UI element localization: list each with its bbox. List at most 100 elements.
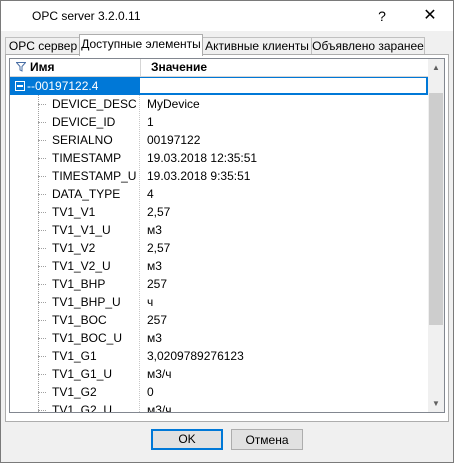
tree-branch-line <box>38 266 46 267</box>
table-row[interactable]: TV1_BHP 257 <box>10 275 428 293</box>
tree-branch-line <box>38 122 46 123</box>
tree-branch-line <box>38 194 46 195</box>
vertical-scrollbar[interactable]: ▲ ▼ <box>428 59 444 412</box>
tree-branch-line <box>38 374 46 375</box>
items-tree-grid[interactable]: Имя Значение --00197122.4 DEVICE_DESC MyD… <box>9 58 445 413</box>
tree-branch-line <box>38 176 46 177</box>
item-name: TV1_V2 <box>52 241 96 255</box>
grid-body: --00197122.4 DEVICE_DESC MyDevice DEVICE_I… <box>10 77 428 412</box>
tab-opc-server[interactable]: OPC сервер <box>5 37 81 55</box>
title-bar[interactable]: OPC server 3.2.0.11 ? ✕ <box>1 1 453 31</box>
tree-branch-line <box>38 230 46 231</box>
item-value: м3 <box>147 223 162 237</box>
chevron-down-icon[interactable]: ▼ <box>428 395 444 412</box>
item-name: DEVICE_ID <box>52 115 116 129</box>
table-row[interactable]: TV1_G2 0 <box>10 383 428 401</box>
root-value-cell[interactable] <box>140 78 426 93</box>
item-value: 1 <box>147 115 154 129</box>
collapse-icon[interactable] <box>15 81 25 91</box>
item-value: 0 <box>147 385 154 399</box>
chevron-up-icon[interactable]: ▲ <box>428 59 444 76</box>
tree-branch-line <box>38 302 46 303</box>
table-row[interactable]: TV1_G1 3,0209789276123 <box>10 347 428 365</box>
tree-branch-line <box>38 356 46 357</box>
tree-branch-line <box>38 320 46 321</box>
table-row[interactable]: DEVICE_ID 1 <box>10 113 428 131</box>
table-row[interactable]: TV1_G1_U м3/ч <box>10 365 428 383</box>
tab-active-clients[interactable]: Активные клиенты <box>201 37 313 55</box>
ok-button[interactable]: OK <box>151 429 223 450</box>
item-name: TV1_V2_U <box>52 259 111 273</box>
table-row[interactable]: TV1_V1 2,57 <box>10 203 428 221</box>
item-value: 4 <box>147 187 154 201</box>
tree-root-row[interactable]: --00197122.4 <box>10 77 428 95</box>
table-row[interactable]: TV1_BOC 257 <box>10 311 428 329</box>
tree-branch-line <box>38 248 46 249</box>
table-row[interactable]: TV1_BHP_U ч <box>10 293 428 311</box>
item-name: TV1_BOC <box>52 313 107 327</box>
item-value: м3/ч <box>147 403 172 412</box>
item-name: DEVICE_DESC <box>52 97 136 111</box>
filter-icon[interactable] <box>16 62 26 72</box>
item-name: TIMESTAMP <box>52 151 122 165</box>
item-value: м3 <box>147 331 162 345</box>
tab-available-items[interactable]: Доступные элементы <box>79 34 203 56</box>
item-name: DATA_TYPE <box>52 187 121 201</box>
tree-branch-line <box>38 338 46 339</box>
table-row[interactable]: TV1_V1_U м3 <box>10 221 428 239</box>
table-row[interactable]: TIMESTAMP_U... 19.03.2018 9:35:51 <box>10 167 428 185</box>
column-separator[interactable] <box>140 59 141 76</box>
scrollbar-thumb[interactable] <box>429 93 443 325</box>
root-node-label: --00197122.4 <box>27 79 99 93</box>
column-header-name[interactable]: Имя <box>30 59 55 76</box>
item-name: TV1_G1 <box>52 349 97 363</box>
cancel-button[interactable]: Отмена <box>231 429 303 450</box>
tab-strip: OPC сервер Доступные элементы Активные к… <box>5 34 449 56</box>
available-items-panel: Имя Значение --00197122.4 DEVICE_DESC MyD… <box>5 54 449 422</box>
tab-declared-in-advance[interactable]: Объявлено заранее <box>311 37 425 55</box>
item-name: TIMESTAMP_U... <box>52 169 136 183</box>
table-row[interactable]: TV1_V2 2,57 <box>10 239 428 257</box>
tree-branch-line <box>38 410 46 411</box>
item-value: 00197122 <box>147 133 201 147</box>
item-value: MyDevice <box>147 97 200 111</box>
tree-branch-line <box>38 140 46 141</box>
opc-server-dialog: OPC server 3.2.0.11 ? ✕ OPC сервер Досту… <box>0 0 454 463</box>
item-value: 2,57 <box>147 241 171 255</box>
item-value: м3 <box>147 259 162 273</box>
window-title: OPC server 3.2.0.11 <box>32 9 141 23</box>
item-name: TV1_BOC_U <box>52 331 123 345</box>
item-value: 257 <box>147 313 168 327</box>
tree-branch-line <box>38 212 46 213</box>
table-row[interactable]: SERIALNO 00197122 <box>10 131 428 149</box>
item-value: 2,57 <box>147 205 171 219</box>
item-value: 3,0209789276123 <box>147 349 244 363</box>
close-button[interactable]: ✕ <box>407 1 453 31</box>
item-name: SERIALNO <box>52 133 113 147</box>
item-name: TV1_BHP <box>52 277 106 291</box>
item-value: ч <box>147 295 154 309</box>
item-name: TV1_G2 <box>52 385 97 399</box>
tree-branch-line <box>38 104 46 105</box>
item-name: TV1_G2_U <box>52 403 113 412</box>
grid-header: Имя Значение <box>10 59 428 77</box>
item-value: 19.03.2018 12:35:51 <box>147 151 258 165</box>
tree-branch-line <box>38 284 46 285</box>
item-name: TV1_G1_U <box>52 367 113 381</box>
table-row[interactable]: TIMESTAMP 19.03.2018 12:35:51 <box>10 149 428 167</box>
item-name: TV1_BHP_U <box>52 295 121 309</box>
item-name: TV1_V1 <box>52 205 96 219</box>
help-button[interactable]: ? <box>359 1 405 31</box>
table-row[interactable]: TV1_G2_U м3/ч <box>10 401 428 412</box>
column-header-value[interactable]: Значение <box>151 59 207 76</box>
tree-branch-line <box>38 392 46 393</box>
item-value: м3/ч <box>147 367 172 381</box>
item-value: 19.03.2018 9:35:51 <box>147 169 251 183</box>
table-row[interactable]: TV1_V2_U м3 <box>10 257 428 275</box>
table-row[interactable]: DEVICE_DESC MyDevice <box>10 95 428 113</box>
item-name: TV1_V1_U <box>52 223 111 237</box>
item-value: 257 <box>147 277 168 291</box>
tree-branch-line <box>38 158 46 159</box>
table-row[interactable]: DATA_TYPE 4 <box>10 185 428 203</box>
table-row[interactable]: TV1_BOC_U м3 <box>10 329 428 347</box>
